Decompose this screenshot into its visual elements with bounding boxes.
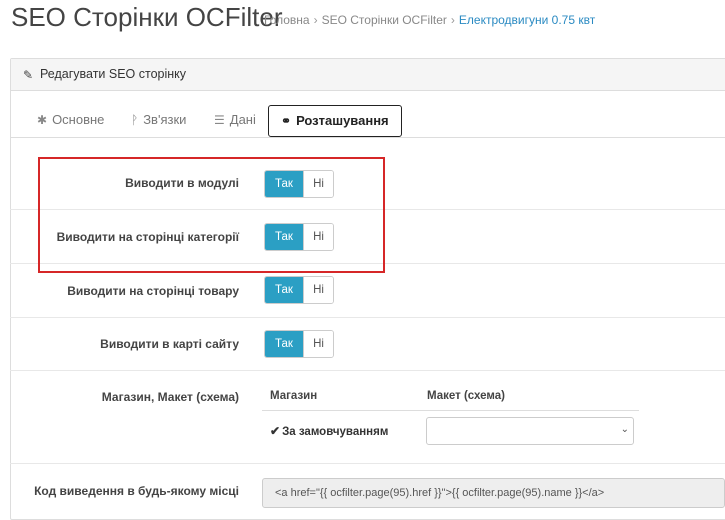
tab-placement[interactable]: ⚭ Розташування (268, 105, 402, 137)
output-in-sitemap-toggle[interactable]: Так Ні (264, 330, 334, 358)
tab-links-label: Зв'язки (143, 112, 187, 127)
page-title: SEO Сторінки OCFilter (11, 2, 283, 32)
output-on-product-toggle[interactable]: Так Ні (264, 276, 334, 304)
output-on-product-label: Виводити на сторінці товару (67, 284, 239, 298)
asterisk-icon: ✱ (37, 113, 48, 127)
breadcrumb-separator: › (313, 13, 318, 27)
checkmark-icon[interactable]: ✔ (270, 424, 280, 438)
store-layout-label: Магазин, Макет (схема) (101, 390, 239, 404)
store-default-cell[interactable]: ✔ За замовчуванням (270, 424, 388, 438)
tab-bar: ✱ Основне ᚹ Зв'язки ☰ Дані ⚭ Розташування (11, 104, 725, 138)
breadcrumb-current[interactable]: Електродвигуни 0.75 квт (459, 13, 595, 27)
row-divider (10, 463, 725, 464)
row-divider (10, 370, 725, 371)
panel-heading: ✎ Редагувати SEO сторінку (11, 59, 725, 91)
layout-column-header: Макет (схема) (427, 390, 505, 402)
highlight-box (38, 157, 385, 273)
branch-icon: ᚹ (131, 113, 139, 127)
store-column-header: Магазин (270, 390, 318, 402)
layout-select[interactable]: ⌄ (426, 417, 634, 445)
breadcrumb-seo-pages[interactable]: SEO Сторінки OCFilter (322, 13, 447, 27)
store-default-label: За замовчуванням (282, 426, 389, 438)
tab-general-label: Основне (52, 112, 105, 127)
row-divider (10, 317, 725, 318)
breadcrumb-home[interactable]: Головна (264, 13, 310, 27)
toggle-no-button[interactable]: Ні (303, 331, 333, 357)
breadcrumb: Головна › SEO Сторінки OCFilter › Електродви… (264, 13, 595, 27)
tab-general[interactable]: ✱ Основне (37, 104, 104, 136)
page-header: SEO Сторінки OCFilter Головна › SEO Сторін… (0, 0, 725, 46)
tab-data-label: Дані (229, 112, 256, 127)
list-icon: ☰ (214, 113, 225, 127)
link-icon: ⚭ (281, 114, 292, 128)
toggle-no-button[interactable]: Ні (303, 277, 333, 303)
tab-data[interactable]: ☰ Дані (214, 104, 256, 136)
tab-links[interactable]: ᚹ Зв'язки (131, 104, 186, 136)
code-output-field[interactable]: <a href="{{ ocfilter.page(95).href }}">{… (262, 478, 725, 508)
tab-placement-label: Розташування (296, 113, 389, 128)
table-header-divider (262, 410, 639, 411)
panel-heading-title: Редагувати SEO сторінку (40, 67, 187, 81)
toggle-yes-button[interactable]: Так (265, 277, 303, 303)
toggle-yes-button[interactable]: Так (265, 331, 303, 357)
chevron-down-icon: ⌄ (620, 424, 629, 435)
pencil-icon: ✎ (23, 68, 34, 82)
code-output-label: Код виведення в будь-якому місці (34, 484, 239, 498)
output-in-sitemap-label: Виводити в карті сайту (100, 337, 239, 351)
breadcrumb-separator: › (450, 13, 455, 27)
